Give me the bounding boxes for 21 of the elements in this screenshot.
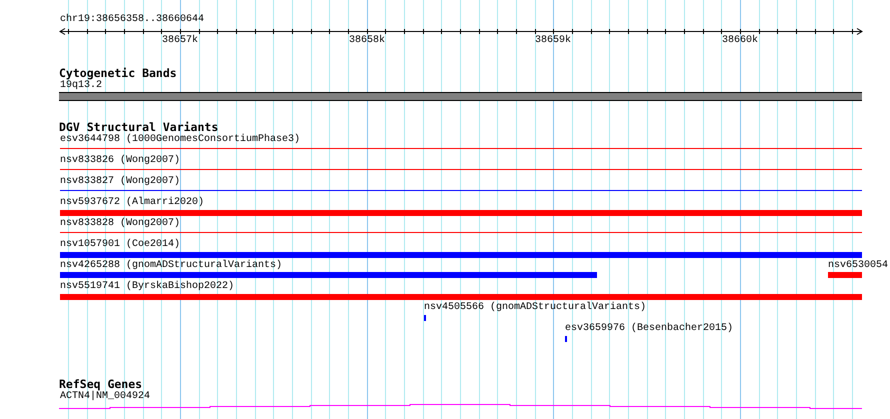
band-label: 19q13.2 xyxy=(60,80,102,92)
tick-label: 38659k xyxy=(535,35,571,47)
variant-label: nsv4265288 (gnomADStructuralVariants) xyxy=(60,260,282,272)
tick-label: 38657k xyxy=(162,35,198,47)
variant-label: nsv5519741 (ByrskaBishop2022) xyxy=(60,281,234,293)
variant-label: nsv833828 (Wong2007) xyxy=(60,218,180,230)
variant-label: nsv5937672 (Almarri2020) xyxy=(60,197,204,209)
track-title: Cytogenetic Bands xyxy=(59,67,177,80)
variant-label: esv3659976 (Besenbacher2015) xyxy=(565,323,734,335)
variant-label: nsv1057901 (Coe2014) xyxy=(60,239,180,251)
variant-label: esv3644798 (1000GenomesConsortiumPhase3) xyxy=(60,134,300,146)
variant-label: nsv4505566 (gnomADStructuralVariants) xyxy=(424,302,646,314)
variant-label: nsv833826 (Wong2007) xyxy=(60,155,180,167)
track-title: DGV Structural Variants xyxy=(59,121,218,134)
tick-label: 38660k xyxy=(722,35,758,47)
location-label: chr19:38656358..38660644 xyxy=(60,14,204,26)
variant-label: nsv6530054 xyxy=(828,260,888,272)
variant-label: nsv833827 (Wong2007) xyxy=(60,176,180,188)
gene-label: ACTN4|NM_004924 xyxy=(60,391,150,403)
tick-label: 38658k xyxy=(349,35,385,47)
track-title: RefSeq Genes xyxy=(59,378,142,391)
